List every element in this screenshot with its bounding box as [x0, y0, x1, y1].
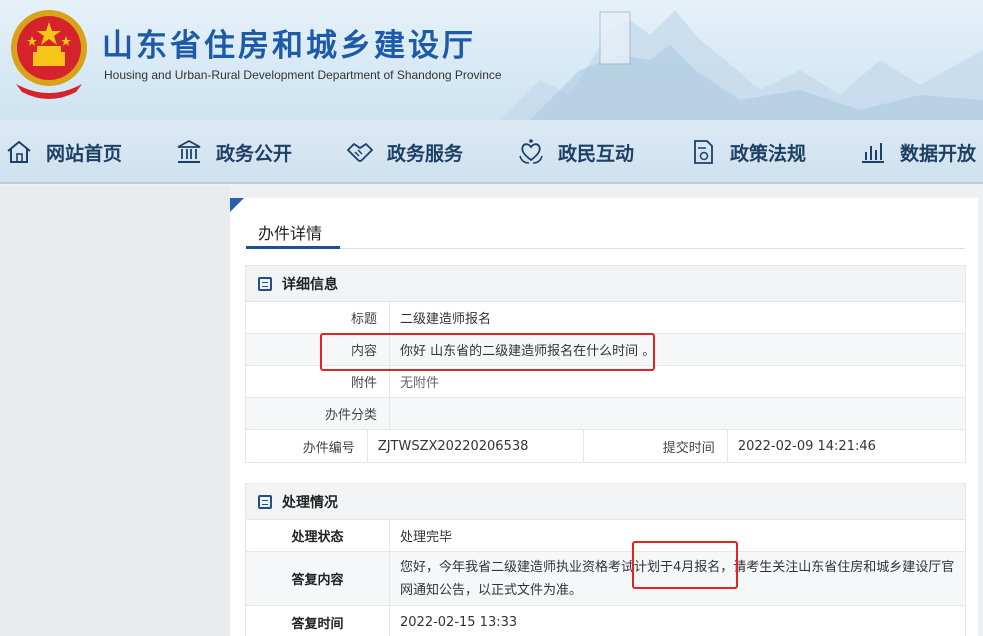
submit-time-label: 提交时间: [584, 430, 728, 462]
title-label: 标题: [246, 302, 390, 333]
left-gutter: [0, 186, 230, 636]
handling-section-header: 处理情况: [246, 484, 965, 520]
nav-label-home: 网站首页: [46, 142, 123, 165]
submit-time-value: 2022-02-09 14:21:46: [737, 438, 876, 454]
site-subtitle: Housing and Urban-Rural Development Depa…: [104, 68, 502, 82]
building-icon: [174, 137, 204, 167]
title-accent-bar: [246, 246, 340, 249]
case-detail-card: 办件详情 详细信息 标题 二级建造师报名 内容 你好 山东省的二级建造师报名在什…: [230, 198, 978, 636]
detail-row-category: 办件分类: [246, 398, 965, 430]
nav-label-policies: 政策法规: [730, 142, 807, 165]
nav-item-government-services[interactable]: 政务服务: [345, 136, 463, 168]
home-icon: [4, 137, 34, 167]
handling-row-reply: 答复内容 您好，今年我省二级建造师执业资格考试计划于4月报名，请考生关注山东省住…: [246, 552, 965, 606]
handling-row-status: 处理状态 处理完毕: [246, 520, 965, 552]
number-split: ZJTWSZX20220206538 提交时间 2022-02-09 14:21…: [368, 430, 965, 462]
list-icon: [258, 494, 272, 509]
bar-chart-icon: [858, 137, 888, 167]
handling-section: 处理情况 处理状态 处理完毕 答复内容 您好，今年我省二级建造师执业资格考试计划…: [245, 483, 966, 636]
nav-item-open-data[interactable]: 数据开放: [858, 136, 976, 168]
corner-marker: [230, 198, 244, 212]
nav-label-interaction: 政民互动: [558, 142, 635, 165]
page-title: 办件详情: [258, 224, 323, 243]
details-section-header: 详细信息: [246, 266, 965, 302]
reply-label: 答复内容: [246, 552, 390, 605]
highlight-box-content: [320, 333, 655, 371]
handling-heading: 处理情况: [282, 494, 338, 511]
mountain-landscape-decoration: [500, 10, 983, 120]
list-icon: [258, 276, 272, 291]
site-title[interactable]: 山东省住房和城乡建设厅: [102, 20, 476, 65]
nav-item-government-affairs[interactable]: 政务公开: [174, 136, 292, 168]
document-icon: [688, 137, 718, 167]
nav-label-government-services: 政务服务: [387, 142, 464, 165]
main-navigation: 网站首页 政务公开 政务服务 政民互动 政策法规 数据开放: [0, 120, 983, 184]
nav-item-interaction[interactable]: 政民互动: [516, 136, 634, 168]
detail-row-number: 办件编号 ZJTWSZX20220206538 提交时间 2022-02-09 …: [246, 430, 965, 462]
details-heading: 详细信息: [282, 276, 338, 293]
nav-label-government-affairs: 政务公开: [216, 142, 293, 165]
nav-label-open-data: 数据开放: [900, 142, 977, 165]
number-value: ZJTWSZX20220206538: [368, 430, 584, 462]
status-label: 处理状态: [246, 520, 390, 551]
heart-hands-icon: [516, 137, 546, 167]
number-label: 办件编号: [246, 430, 368, 462]
reply-time-label: 答复时间: [246, 606, 390, 636]
category-label: 办件分类: [246, 398, 390, 429]
highlight-box-reply: [632, 541, 738, 589]
title-divider: [246, 248, 965, 249]
site-header: 山东省住房和城乡建设厅 Housing and Urban-Rural Deve…: [0, 0, 983, 120]
title-value: 二级建造师报名: [400, 312, 492, 327]
nav-item-home[interactable]: 网站首页: [4, 136, 122, 168]
handshake-icon: [345, 137, 375, 167]
nav-item-policies[interactable]: 政策法规: [688, 136, 806, 168]
detail-row-title: 标题 二级建造师报名: [246, 302, 965, 334]
category-value: [390, 398, 965, 429]
handling-row-reply-time: 答复时间 2022-02-15 13:33: [246, 606, 965, 636]
reply-time-value: 2022-02-15 13:33: [400, 614, 518, 630]
national-emblem-logo: [11, 10, 87, 99]
